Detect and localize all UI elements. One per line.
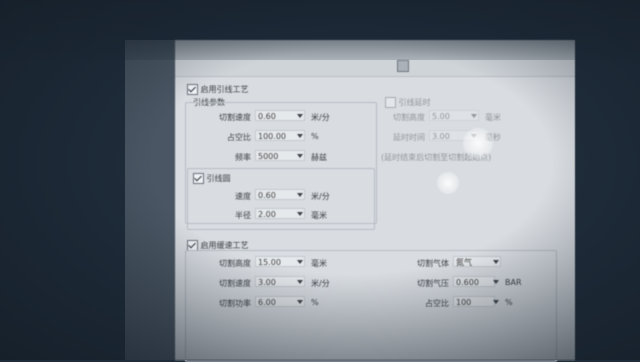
- frequency-label: 频率: [235, 153, 251, 162]
- gas-pressure-unit: BAR: [505, 278, 522, 287]
- cut-speed-label: 切割速度: [219, 113, 251, 122]
- slow-power-unit: %: [311, 298, 319, 307]
- gas-pressure-label: 切割气压: [417, 279, 449, 288]
- slow-speed-label: 切割速度: [219, 279, 251, 288]
- lead-delay-label: 引线延时: [398, 98, 431, 107]
- lead-process-checkbox[interactable]: [187, 84, 198, 95]
- chevron-down-icon[interactable]: [471, 114, 477, 118]
- window-titlebar: [175, 40, 575, 77]
- circle-radius-unit: 毫米: [311, 211, 327, 220]
- left-panel: [125, 40, 175, 360]
- process-settings-window: 启用引线工艺 引线参数 切割速度 0.60 米/分 占空比 100.00 % 频…: [175, 40, 575, 362]
- slow-speed-unit: 米/分: [311, 279, 330, 288]
- delay-height-label: 切割高度: [393, 113, 425, 122]
- delay-height-unit: 毫米: [485, 113, 501, 122]
- window-icon: [397, 60, 409, 72]
- slow-duty-field[interactable]: 100: [453, 296, 495, 307]
- circle-speed-unit: 米/分: [311, 192, 330, 201]
- gas-pressure-field[interactable]: 0.600: [453, 276, 495, 287]
- cut-speed-unit: 米/分: [311, 113, 330, 122]
- lead-process-toggle[interactable]: 启用引线工艺: [187, 84, 249, 95]
- delay-time-label: 延时时间: [393, 133, 425, 142]
- slow-process-label: 启用缓速工艺: [200, 241, 249, 250]
- slow-duty-unit: %: [505, 298, 513, 307]
- duty-ratio-unit: %: [311, 132, 319, 141]
- chevron-down-icon[interactable]: [493, 300, 499, 304]
- chevron-down-icon[interactable]: [493, 280, 499, 284]
- lead-circle-label: 引线圆: [206, 174, 231, 183]
- chevron-down-icon[interactable]: [493, 260, 499, 264]
- chevron-down-icon[interactable]: [297, 260, 303, 264]
- chevron-down-icon[interactable]: [297, 134, 303, 138]
- chevron-down-icon[interactable]: [297, 114, 303, 118]
- slow-power-label: 切割功率: [219, 299, 251, 308]
- chevron-down-icon[interactable]: [297, 300, 303, 304]
- light-flare: [437, 172, 459, 194]
- chevron-down-icon[interactable]: [297, 212, 303, 216]
- gas-type-label: 切割气体: [417, 259, 449, 268]
- circle-speed-label: 速度: [235, 192, 251, 201]
- duty-ratio-label: 占空比: [227, 133, 251, 142]
- chevron-down-icon[interactable]: [297, 154, 303, 158]
- slow-duty-label: 占空比: [425, 299, 449, 308]
- chevron-down-icon[interactable]: [297, 280, 303, 284]
- slow-height-unit: 毫米: [311, 259, 327, 268]
- slow-height-label: 切割高度: [219, 259, 251, 268]
- lead-circle-checkbox[interactable]: [193, 173, 204, 184]
- lead-process-label: 启用引线工艺: [200, 85, 249, 94]
- chevron-down-icon[interactable]: [297, 193, 303, 197]
- lead-delay-checkbox[interactable]: [385, 97, 396, 108]
- light-flare: [463, 128, 493, 158]
- frequency-unit: 赫兹: [311, 153, 327, 162]
- lead-circle-toggle[interactable]: 引线圆: [193, 173, 231, 184]
- circle-radius-label: 半径: [235, 211, 251, 220]
- lead-delay-toggle[interactable]: 引线延时: [385, 97, 431, 108]
